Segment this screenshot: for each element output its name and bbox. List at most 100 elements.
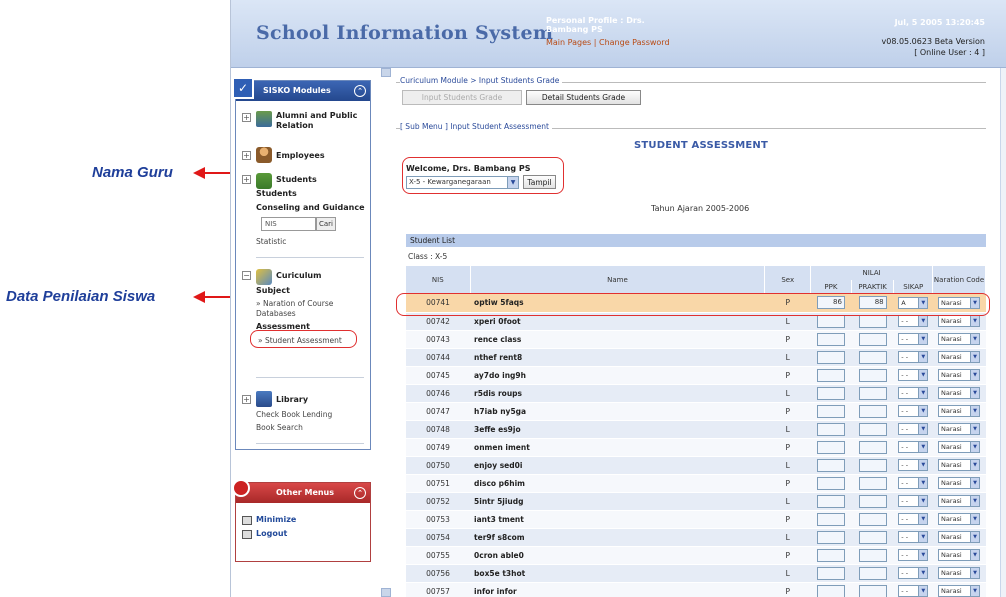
expand-curiculum-icon[interactable]: − xyxy=(242,271,251,280)
naration-select[interactable]: Narasi ▼ xyxy=(938,459,981,471)
col-ppk[interactable]: PPK xyxy=(810,280,852,294)
sikap-select[interactable]: - - ▼ xyxy=(898,441,929,453)
class-select[interactable]: X-5 - Kewarganegaraan ▼ xyxy=(406,176,519,189)
praktik-input[interactable] xyxy=(858,458,887,472)
sidebar-collapse-button[interactable] xyxy=(381,68,391,77)
naration-select[interactable]: Narasi ▼ xyxy=(938,315,981,327)
sidebar-students-sub[interactable]: Students xyxy=(256,189,297,198)
cari-button[interactable]: Cari xyxy=(316,217,336,231)
minimize-link[interactable]: Minimize xyxy=(256,515,296,524)
ppk-input[interactable] xyxy=(816,494,845,508)
sidebar-narration[interactable]: » Naration of Course xyxy=(256,299,333,308)
sikap-select[interactable]: - - ▼ xyxy=(898,405,929,417)
naration-select[interactable]: Narasi ▼ xyxy=(938,351,981,363)
naration-select[interactable]: Narasi ▼ xyxy=(938,441,981,453)
ppk-input[interactable] xyxy=(816,530,845,544)
sikap-select[interactable]: - - ▼ xyxy=(898,333,929,345)
expand-students-icon[interactable]: + xyxy=(242,175,251,184)
naration-select[interactable]: Narasi ▼ xyxy=(938,369,981,381)
naration-select[interactable]: Narasi ▼ xyxy=(938,585,981,597)
change-password-link[interactable]: Change Password xyxy=(599,38,670,47)
praktik-input[interactable] xyxy=(858,494,887,508)
naration-select[interactable]: Narasi ▼ xyxy=(938,567,981,579)
expand-employees-icon[interactable]: + xyxy=(242,151,251,160)
sidebar-item-curiculum[interactable]: Curiculum xyxy=(276,271,321,281)
ppk-input[interactable] xyxy=(816,350,845,364)
page-scrollbar[interactable] xyxy=(1000,68,1006,597)
praktik-input[interactable] xyxy=(858,512,887,526)
sikap-select[interactable]: - - ▼ xyxy=(898,513,929,525)
col-praktik[interactable]: PRAKTIK xyxy=(851,280,895,294)
col-nis[interactable]: NIS xyxy=(406,266,471,294)
naration-select[interactable]: Narasi ▼ xyxy=(938,513,981,525)
col-name[interactable]: Name xyxy=(470,266,766,294)
detail-students-grade-button[interactable]: Detail Students Grade xyxy=(526,90,641,105)
praktik-input[interactable] xyxy=(858,422,887,436)
praktik-input[interactable] xyxy=(858,368,887,382)
naration-select[interactable]: Narasi ▼ xyxy=(938,333,981,345)
sidebar-conseling[interactable]: Conseling and Guidance xyxy=(256,203,365,212)
naration-select[interactable]: Narasi ▼ xyxy=(938,495,981,507)
praktik-input[interactable] xyxy=(858,404,887,418)
sidebar-book-search[interactable]: Book Search xyxy=(256,423,303,432)
input-students-grade-button[interactable]: Input Students Grade xyxy=(402,90,522,105)
praktik-input[interactable] xyxy=(858,566,887,580)
sidebar-item-alumni[interactable]: Alumni and Public Relation xyxy=(276,111,366,131)
ppk-input[interactable] xyxy=(816,458,845,472)
naration-select[interactable]: Narasi ▼ xyxy=(938,549,981,561)
ppk-input[interactable] xyxy=(816,584,845,597)
sikap-select[interactable]: - - ▼ xyxy=(898,369,929,381)
sikap-select[interactable]: - - ▼ xyxy=(898,315,929,327)
sikap-select[interactable]: - - ▼ xyxy=(898,477,929,489)
ppk-input[interactable] xyxy=(816,386,845,400)
main-pages-link[interactable]: Main Pages xyxy=(546,38,591,47)
sikap-select[interactable]: - - ▼ xyxy=(898,459,929,471)
sikap-select[interactable]: - - ▼ xyxy=(898,387,929,399)
sidebar-subject[interactable]: Subject xyxy=(256,286,290,295)
praktik-input[interactable] xyxy=(858,314,887,328)
tampil-button[interactable]: Tampil xyxy=(523,175,556,189)
col-sikap[interactable]: SIKAP xyxy=(893,280,934,294)
ppk-input[interactable] xyxy=(816,566,845,580)
naration-select[interactable]: Narasi ▼ xyxy=(938,387,981,399)
collapse-circle-icon[interactable]: ⌃ xyxy=(354,85,366,97)
ppk-input[interactable] xyxy=(816,368,845,382)
sikap-select[interactable]: - - ▼ xyxy=(898,567,929,579)
sidebar-check-book[interactable]: Check Book Lending xyxy=(256,410,332,419)
sidebar-item-library[interactable]: Library xyxy=(276,395,308,405)
sidebar-statistic[interactable]: Statistic xyxy=(256,237,286,246)
naration-select[interactable]: Narasi ▼ xyxy=(938,423,981,435)
praktik-input[interactable] xyxy=(858,476,887,490)
logout-link[interactable]: Logout xyxy=(256,529,287,538)
praktik-input[interactable] xyxy=(858,350,887,364)
praktik-input[interactable] xyxy=(858,332,887,346)
sikap-select[interactable]: - - ▼ xyxy=(898,531,929,543)
sikap-select[interactable]: - - ▼ xyxy=(898,495,929,507)
praktik-input[interactable] xyxy=(858,530,887,544)
ppk-input[interactable] xyxy=(816,332,845,346)
sikap-select[interactable]: - - ▼ xyxy=(898,585,929,597)
praktik-input[interactable] xyxy=(858,584,887,597)
praktik-input[interactable] xyxy=(858,440,887,454)
naration-select[interactable]: Narasi ▼ xyxy=(938,531,981,543)
naration-select[interactable]: Narasi ▼ xyxy=(938,477,981,489)
expand-library-icon[interactable]: + xyxy=(242,395,251,404)
ppk-input[interactable] xyxy=(816,476,845,490)
sikap-select[interactable]: - - ▼ xyxy=(898,423,929,435)
ppk-input[interactable] xyxy=(816,548,845,562)
naration-select[interactable]: Narasi ▼ xyxy=(938,405,981,417)
expand-alumni-icon[interactable]: + xyxy=(242,113,251,122)
ppk-input[interactable] xyxy=(816,314,845,328)
praktik-input[interactable] xyxy=(858,548,887,562)
sidebar-item-students[interactable]: Students xyxy=(276,175,317,185)
col-sex[interactable]: Sex xyxy=(764,266,812,294)
sikap-select[interactable]: - - ▼ xyxy=(898,549,929,561)
ppk-input[interactable] xyxy=(816,404,845,418)
sikap-select[interactable]: - - ▼ xyxy=(898,351,929,363)
ppk-input[interactable] xyxy=(816,422,845,436)
nis-search-input[interactable]: NIS xyxy=(261,217,316,231)
sidebar-item-employees[interactable]: Employees xyxy=(276,151,325,161)
sidebar-databases[interactable]: Databases xyxy=(256,309,296,318)
praktik-input[interactable] xyxy=(858,386,887,400)
ppk-input[interactable] xyxy=(816,512,845,526)
